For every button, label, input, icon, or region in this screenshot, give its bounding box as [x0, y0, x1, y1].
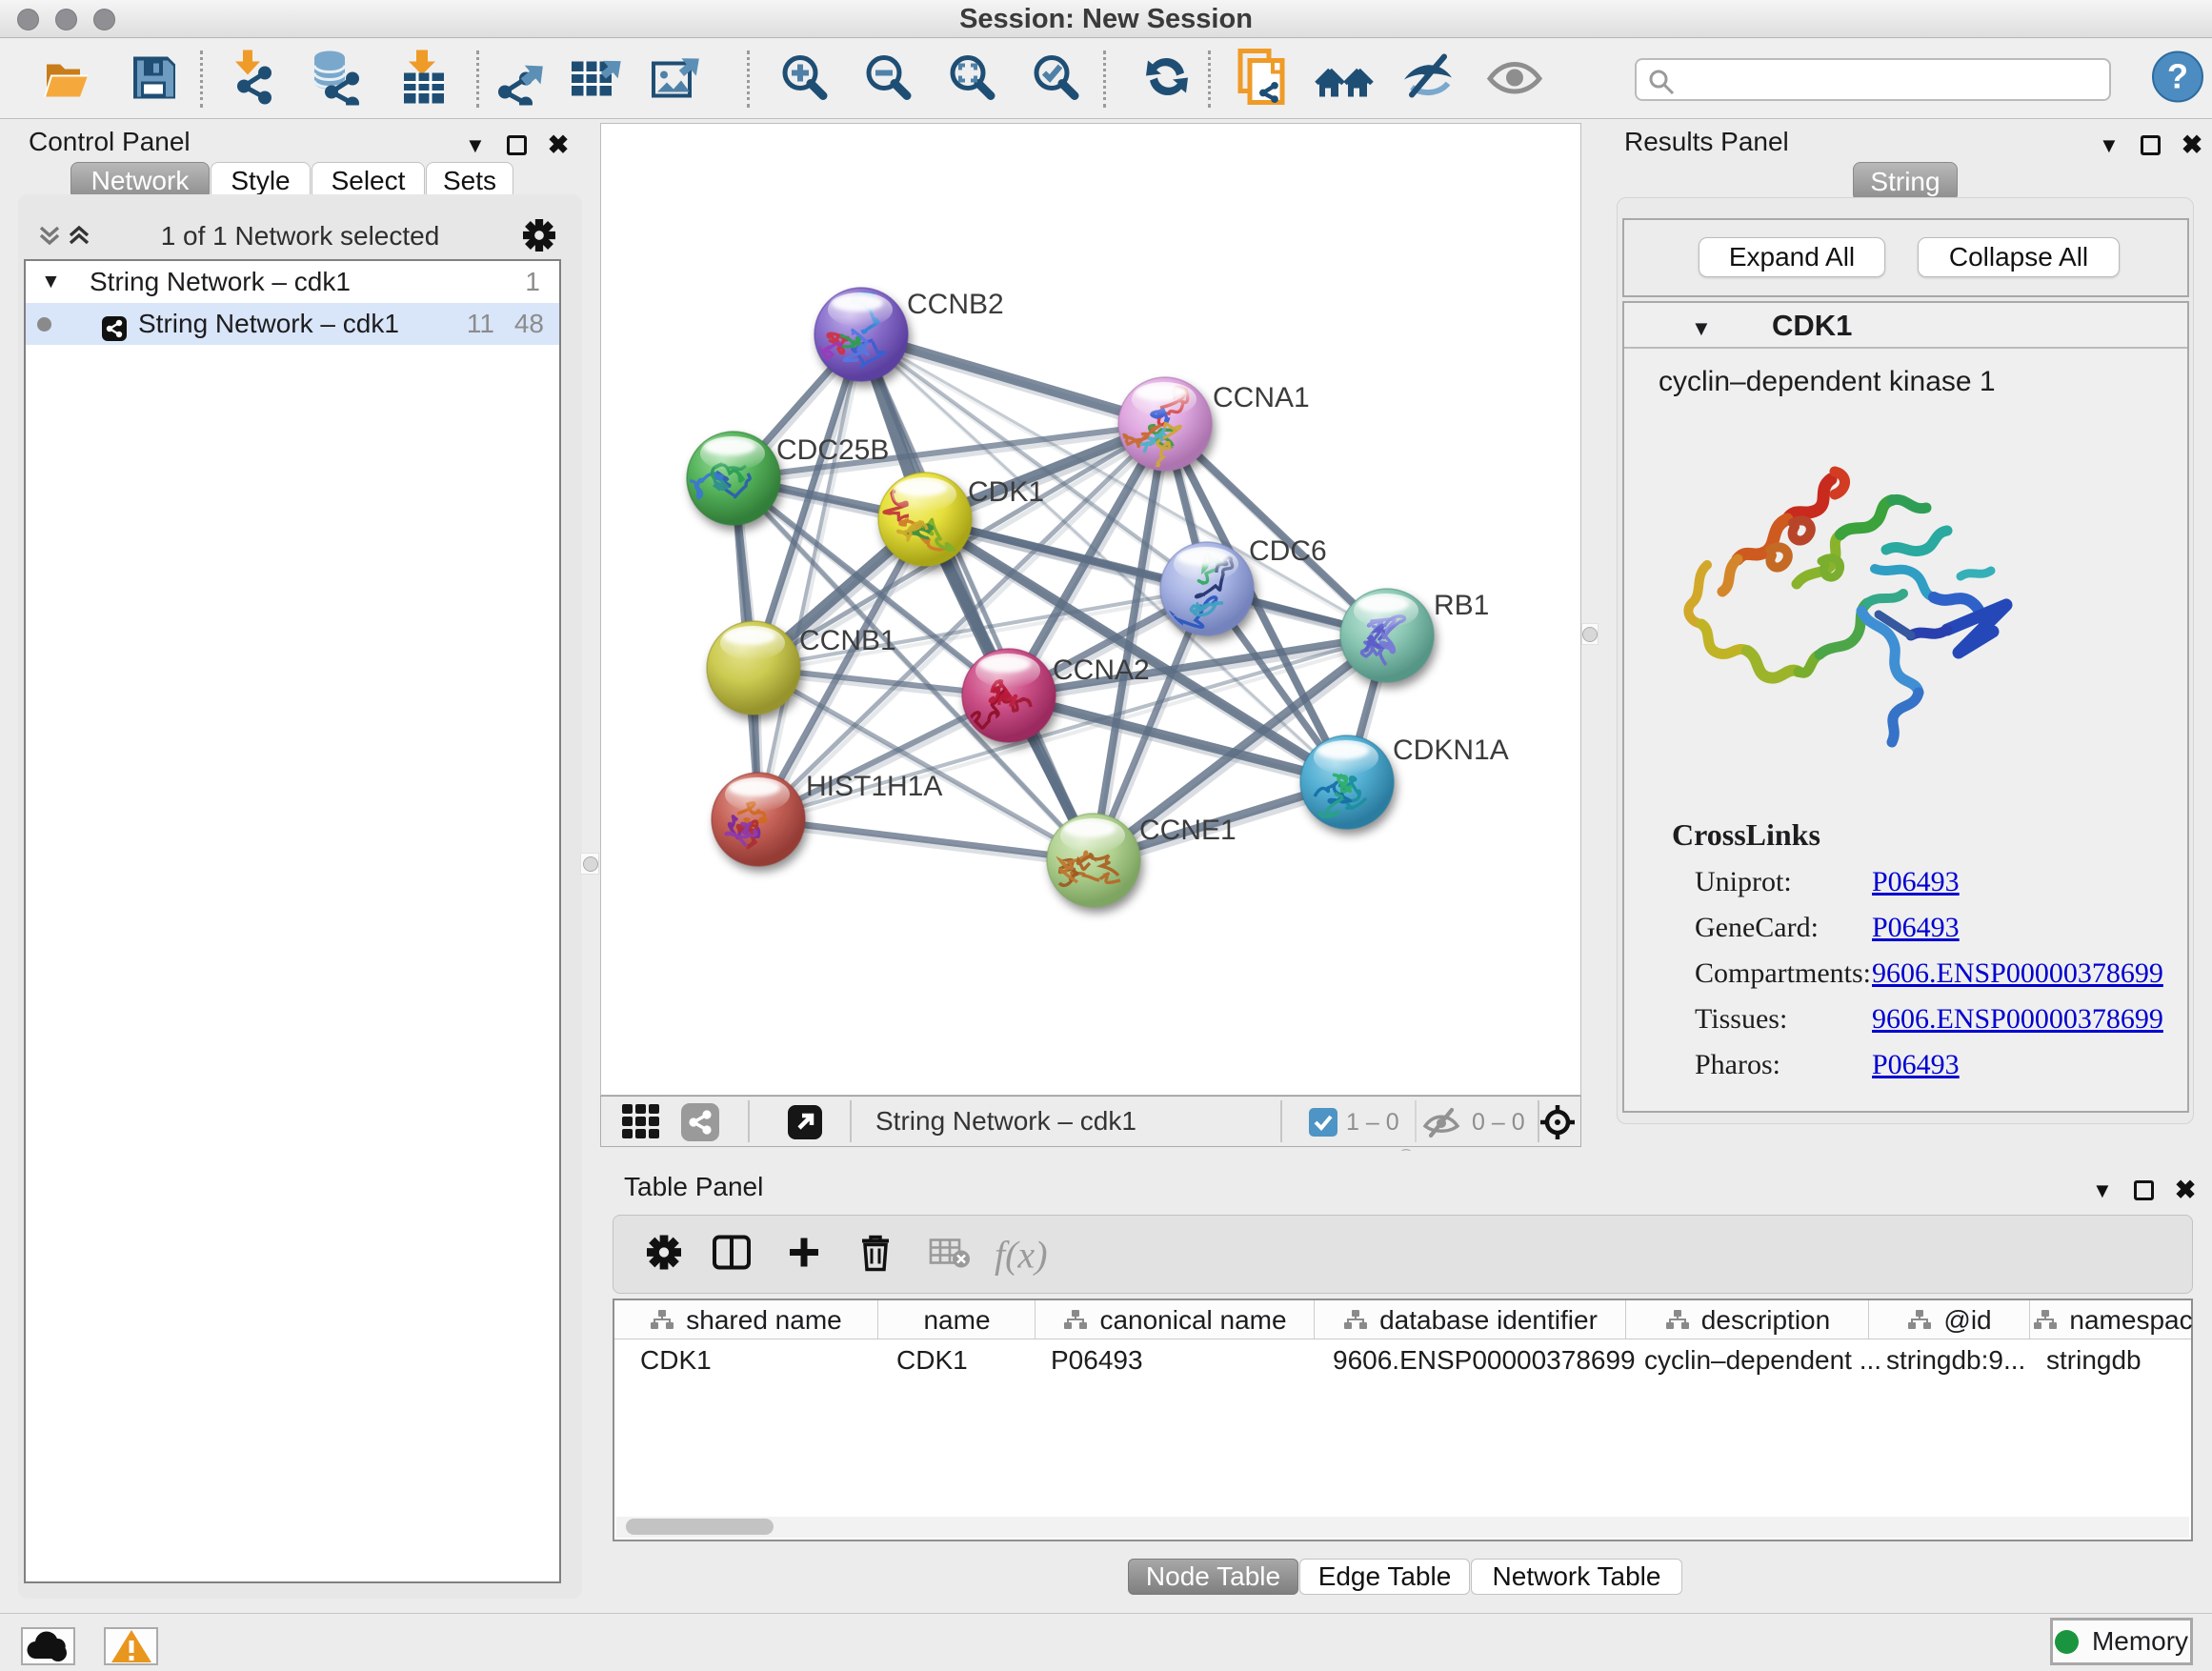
- svg-text:?: ?: [2167, 56, 2188, 95]
